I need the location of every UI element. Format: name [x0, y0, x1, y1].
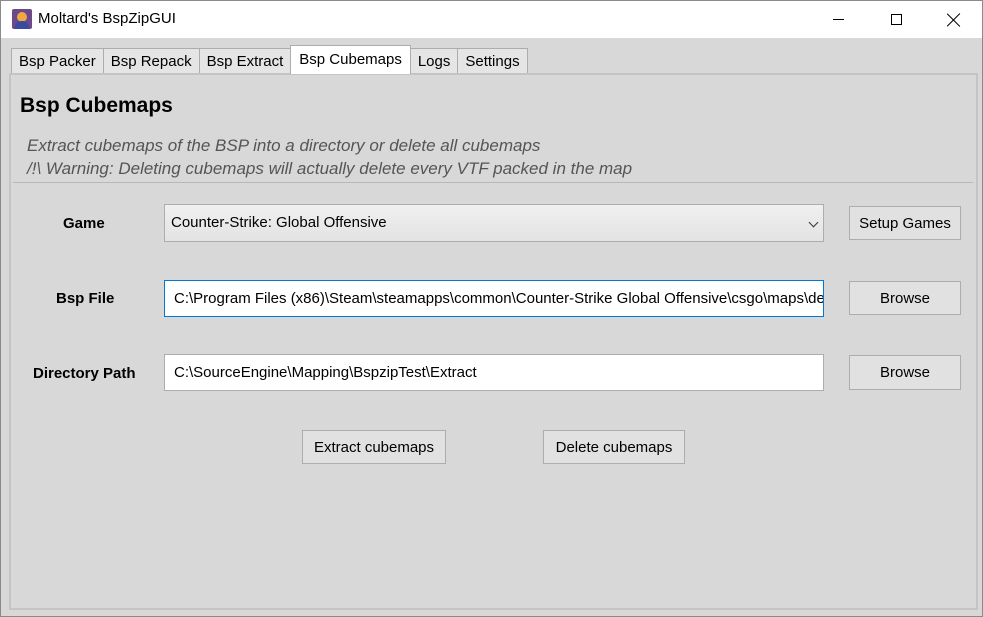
directory-path-label: Directory Path: [33, 365, 136, 382]
tab-bsp-cubemaps[interactable]: Bsp Cubemaps: [290, 45, 411, 74]
chevron-down-icon: [808, 217, 819, 228]
tab-bsp-repack[interactable]: Bsp Repack: [102, 48, 200, 74]
app-window: Moltard's BspZipGUI Bsp Packer Bsp Repac…: [0, 0, 983, 617]
tab-logs[interactable]: Logs: [409, 48, 459, 74]
browse-bsp-button[interactable]: Browse: [849, 281, 961, 315]
extract-cubemaps-button[interactable]: Extract cubemaps: [302, 430, 446, 464]
bsp-file-input[interactable]: C:\Program Files (x86)\Steam\steamapps\c…: [164, 280, 824, 317]
minimize-icon: [832, 19, 844, 20]
directory-path-value: C:\SourceEngine\Mapping\BspzipTest\Extra…: [174, 364, 477, 381]
close-button[interactable]: [925, 1, 983, 38]
tab-strip: Bsp Packer Bsp Repack Bsp Extract Bsp Cu…: [11, 45, 528, 74]
description-text: Extract cubemaps of the BSP into a direc…: [27, 136, 541, 155]
directory-path-input[interactable]: C:\SourceEngine\Mapping\BspzipTest\Extra…: [164, 354, 824, 391]
bsp-file-value: C:\Program Files (x86)\Steam\steamapps\c…: [174, 290, 824, 307]
delete-cubemaps-button[interactable]: Delete cubemaps: [543, 430, 685, 464]
bsp-file-label: Bsp File: [56, 290, 115, 307]
page-title: Bsp Cubemaps: [20, 94, 173, 117]
tab-bsp-extract[interactable]: Bsp Extract: [198, 48, 292, 74]
divider: [13, 182, 973, 183]
browse-directory-button[interactable]: Browse: [849, 355, 961, 390]
title-bar: Moltard's BspZipGUI: [1, 1, 982, 38]
close-icon: [947, 13, 961, 27]
maximize-button[interactable]: [867, 1, 925, 38]
minimize-button[interactable]: [809, 1, 867, 38]
tab-settings[interactable]: Settings: [457, 48, 528, 74]
warning-text: /!\ Warning: Deleting cubemaps will actu…: [27, 159, 633, 178]
game-label: Game: [63, 215, 105, 232]
tab-bsp-packer[interactable]: Bsp Packer: [11, 48, 104, 74]
setup-games-button[interactable]: Setup Games: [849, 206, 961, 240]
window-title: Moltard's BspZipGUI: [38, 10, 176, 27]
game-select[interactable]: Counter-Strike: Global Offensive: [164, 204, 824, 242]
game-select-value: Counter-Strike: Global Offensive: [171, 214, 387, 231]
maximize-icon: [890, 14, 902, 25]
app-logo-icon: [12, 9, 32, 29]
